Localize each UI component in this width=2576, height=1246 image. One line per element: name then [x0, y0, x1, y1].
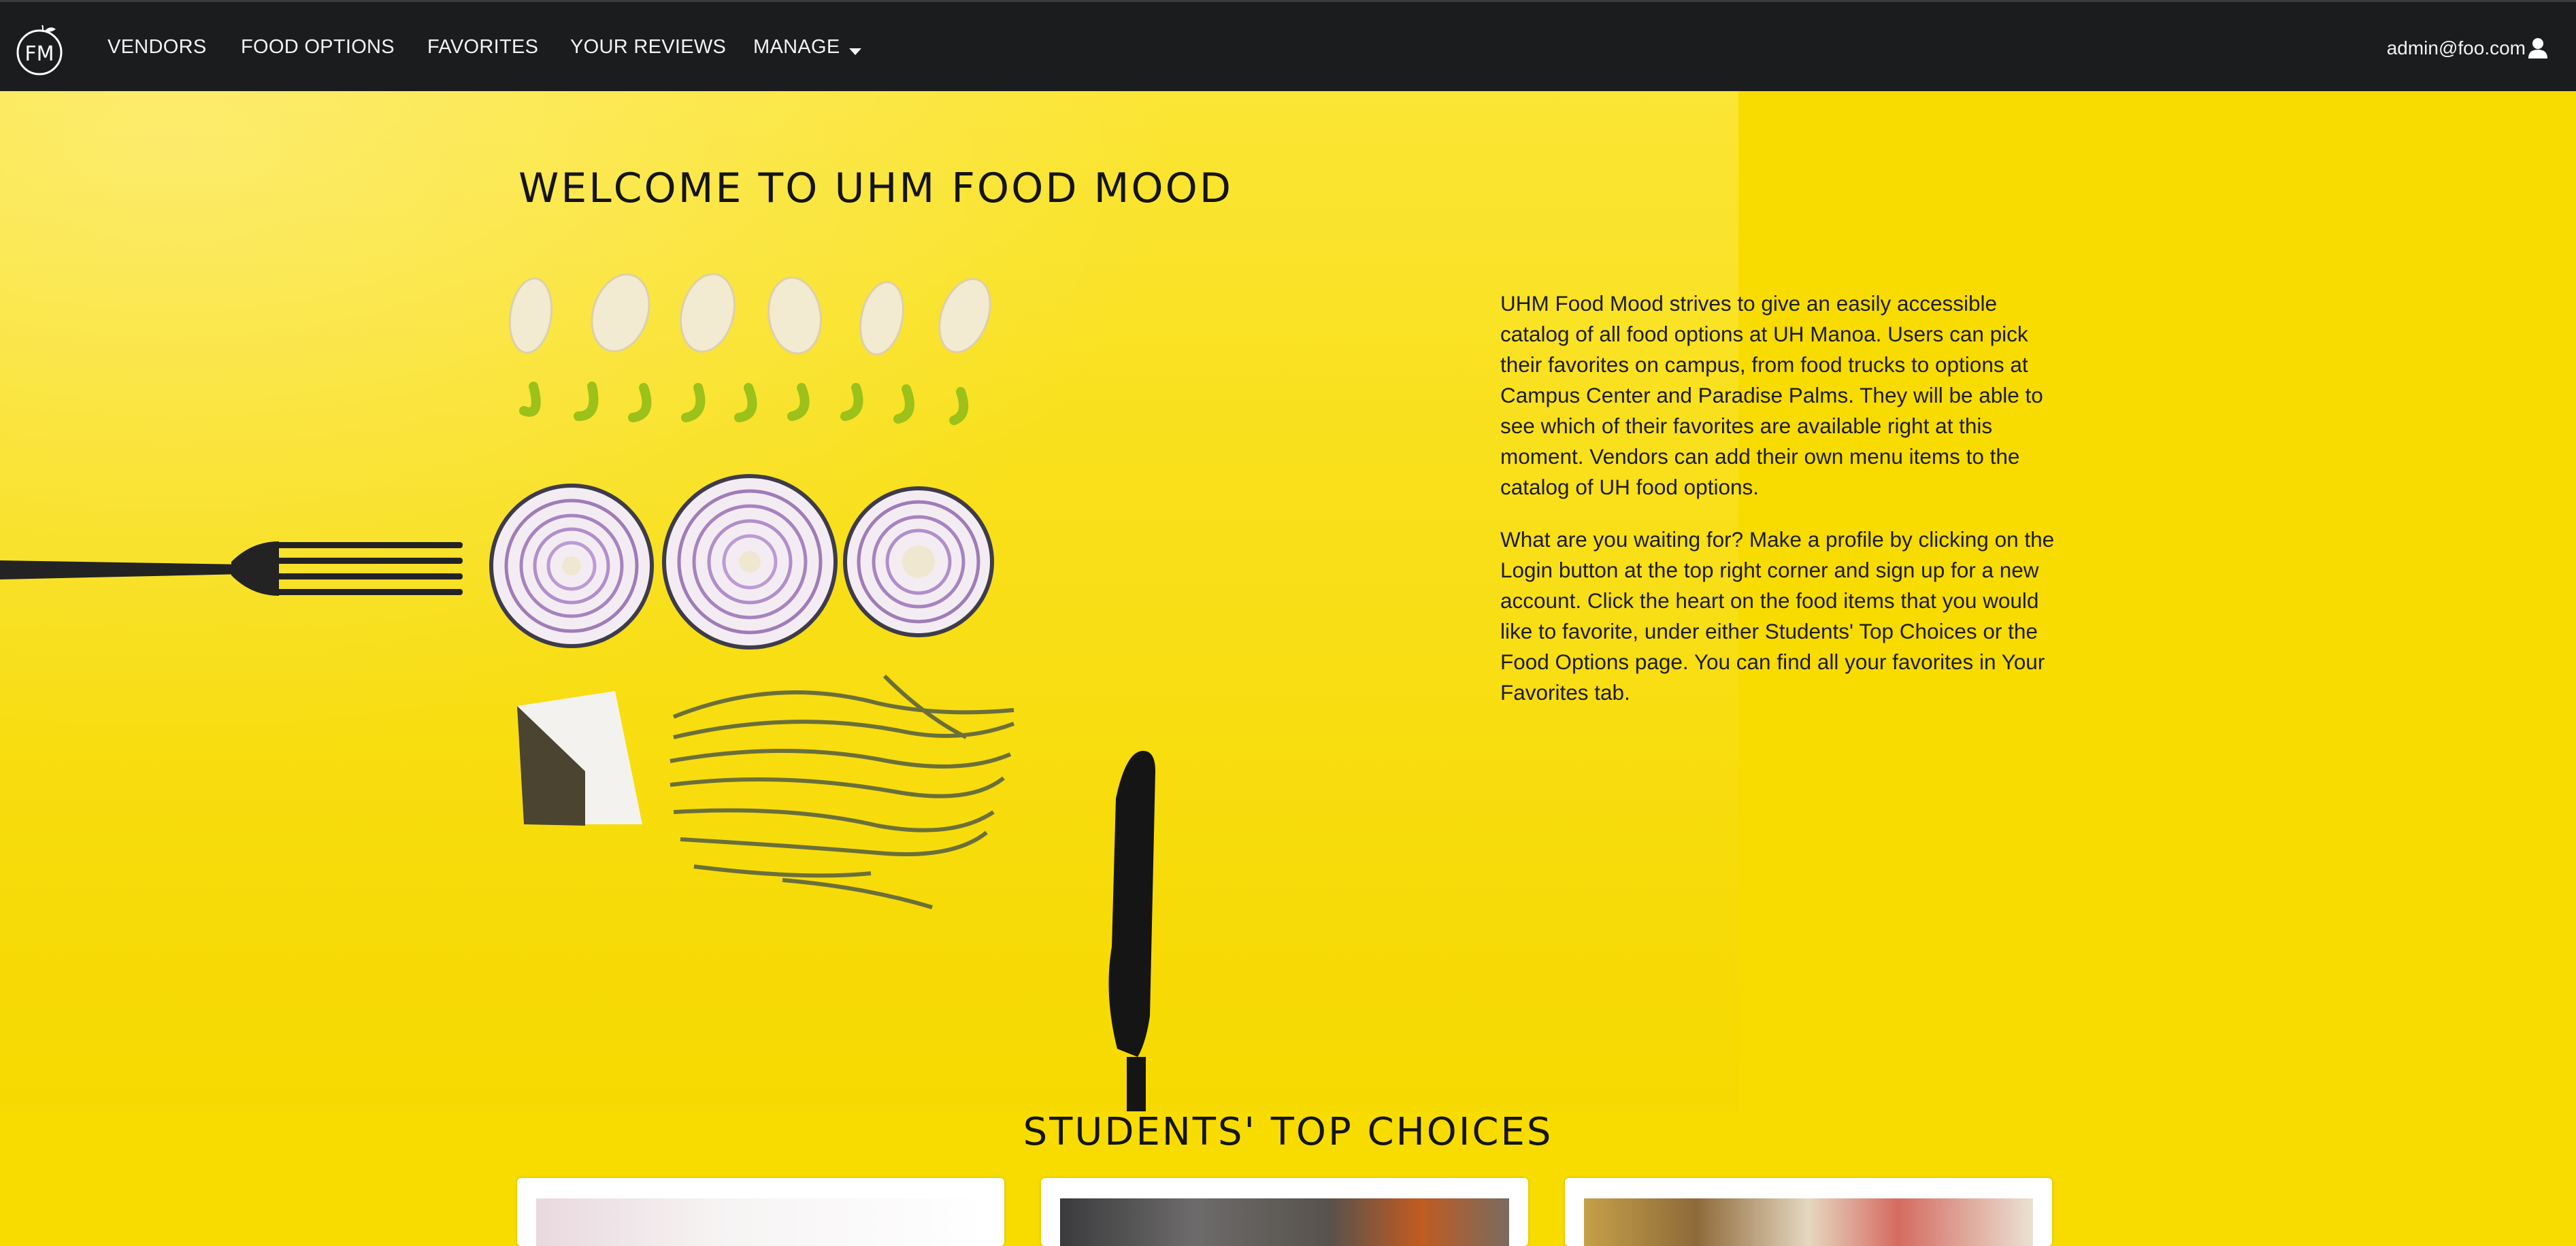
hero-title: WELCOME TO UHM FOOD MOOD [518, 165, 1234, 212]
nav-favorites[interactable]: FAVORITES [427, 36, 538, 58]
top-choice-card[interactable] [1565, 1178, 2052, 1246]
pasta-nest [670, 674, 1015, 909]
knife-icon [1108, 751, 1155, 1111]
about-text: UHM Food Mood strives to give an easily … [1500, 288, 2058, 730]
food-flatlay-illustration [0, 273, 1155, 1111]
caret-down-icon[interactable] [849, 48, 861, 55]
top-choice-card[interactable] [1041, 1178, 1528, 1246]
red-onion-slices [489, 474, 994, 650]
food-image [1584, 1198, 2033, 1246]
svg-text:FM: FM [24, 42, 54, 66]
top-choice-card[interactable] [517, 1178, 1004, 1246]
top-choices-title: STUDENTS' TOP CHOICES [1023, 1110, 1553, 1154]
top-navbar: FM VENDORS FOOD OPTIONS FAVORITES YOUR R… [0, 0, 2576, 91]
about-paragraph-2: What are you waiting for? Make a profile… [1500, 527, 2055, 705]
green-onion-slices [519, 382, 969, 425]
garlic-cloves [508, 273, 991, 356]
fm-logo-icon[interactable]: FM [15, 25, 65, 75]
nav-food-options[interactable]: FOOD OPTIONS [241, 36, 395, 58]
nav-your-reviews[interactable]: YOUR REVIEWS [570, 36, 726, 58]
nav-manage-dropdown[interactable]: MANAGE [753, 36, 840, 58]
food-image [536, 1198, 985, 1246]
user-email[interactable]: admin@foo.com [2387, 37, 2526, 59]
food-image [1060, 1198, 1509, 1246]
salt-pepper-pile [517, 691, 642, 826]
about-paragraph-1: UHM Food Mood strives to give an easily … [1500, 291, 2043, 499]
nav-vendors[interactable]: VENDORS [108, 36, 207, 58]
fork-icon [0, 541, 463, 596]
user-icon[interactable] [2527, 37, 2549, 58]
